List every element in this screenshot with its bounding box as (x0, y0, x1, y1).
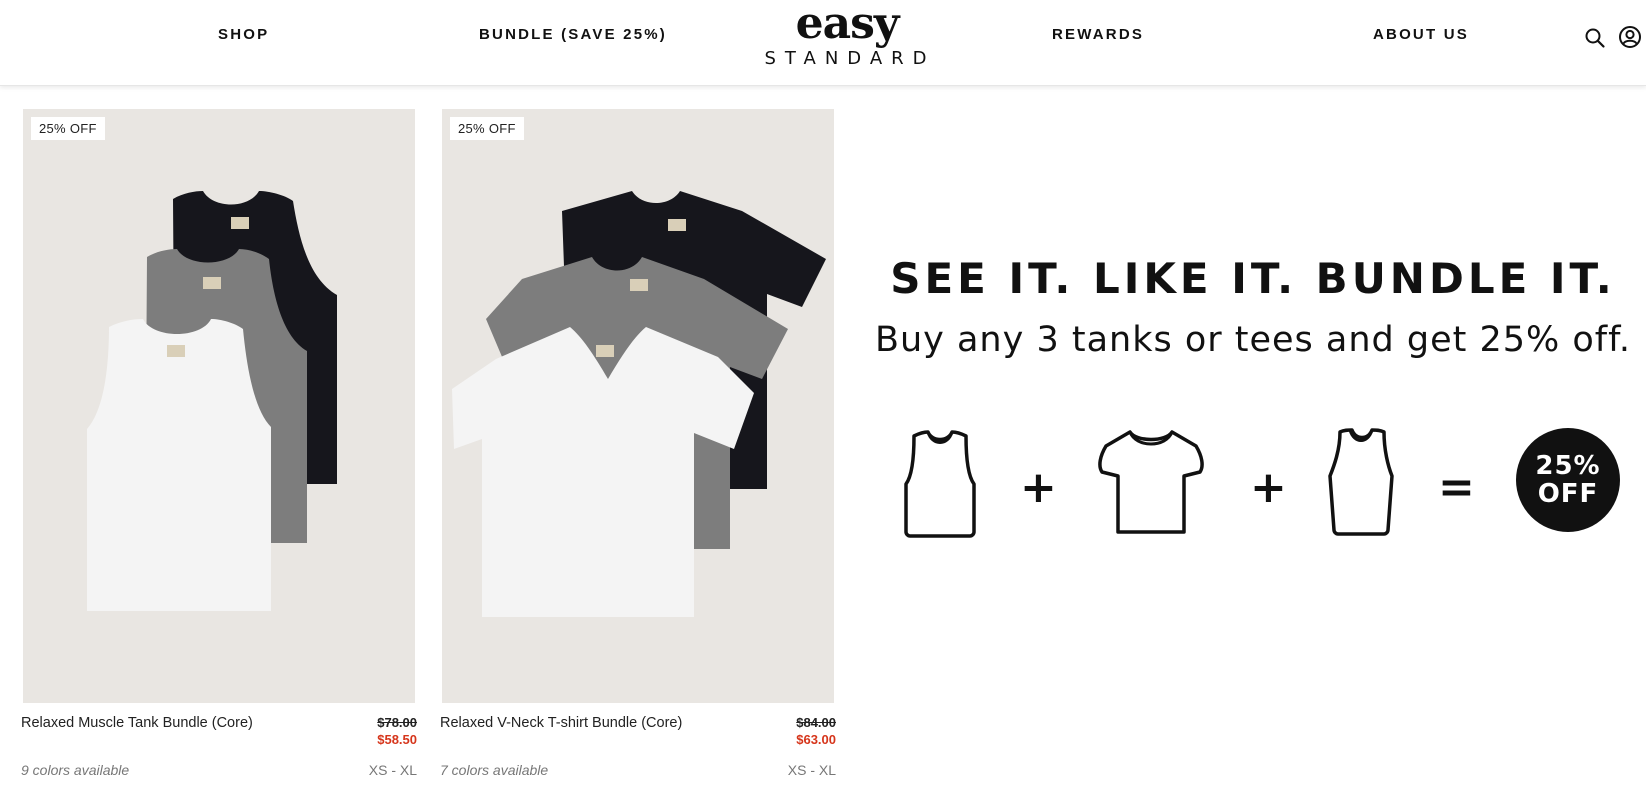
product-info: Relaxed V-Neck T-shirt Bundle (Core) $84… (440, 703, 836, 788)
product-image[interactable]: 25% OFF (23, 109, 415, 703)
plus-sign: + (1250, 462, 1287, 513)
sale-price: $58.50 (377, 732, 417, 747)
nav-bundle[interactable]: BUNDLE (SAVE 25%) (479, 26, 667, 43)
product-name[interactable]: Relaxed V-Neck T-shirt Bundle (Core) (440, 715, 682, 731)
equals-sign: = (1438, 462, 1475, 513)
bundle-promo: SEE IT. LIKE IT. BUNDLE IT. Buy any 3 ta… (860, 110, 1646, 670)
nav-shop[interactable]: SHOP (218, 26, 269, 43)
promo-title: SEE IT. LIKE IT. BUNDLE IT. (890, 254, 1616, 303)
tshirt-icon (1098, 426, 1204, 543)
product-info: Relaxed Muscle Tank Bundle (Core) $78.00… (21, 703, 417, 788)
nav-rewards[interactable]: REWARDS (1052, 26, 1144, 43)
tank-icon (904, 428, 976, 543)
colors-available: 9 colors available (21, 762, 130, 778)
colors-available: 7 colors available (440, 762, 549, 778)
site-header: SHOP BUNDLE (SAVE 25%) easy STANDARD REW… (0, 0, 1646, 86)
discount-badge: 25% OFF (450, 117, 524, 140)
account-icon[interactable] (1618, 25, 1642, 49)
size-range: XS - XL (368, 762, 417, 778)
product-name[interactable]: Relaxed Muscle Tank Bundle (Core) (21, 715, 253, 731)
search-icon[interactable] (1584, 27, 1608, 51)
tank-icon (1328, 426, 1394, 543)
promo-subtitle: Buy any 3 tanks or tees and get 25% off. (874, 320, 1632, 360)
original-price: $84.00 (796, 715, 836, 730)
logo[interactable]: easy STANDARD (758, 0, 936, 70)
logo-wordmark-bottom: STANDARD (764, 48, 936, 69)
product-card[interactable]: 25% OFF Relaxed V-Neck T-shirt Bundle (C… (440, 109, 836, 788)
size-range: XS - XL (787, 762, 836, 778)
discount-badge: 25% OFF (31, 117, 105, 140)
plus-sign: + (1020, 462, 1057, 513)
discount-circle: 25% OFF (1516, 428, 1620, 532)
discount-off: OFF (1537, 479, 1599, 509)
product-image[interactable]: 25% OFF (442, 109, 834, 703)
discount-percent: 25% (1535, 451, 1601, 481)
sale-price: $63.00 (796, 732, 836, 747)
logo-wordmark-top: easy (795, 0, 900, 49)
nav-about-us[interactable]: ABOUT US (1373, 26, 1469, 43)
product-card[interactable]: 25% OFF Relaxed Muscle Tank Bundle (Core… (21, 109, 417, 788)
original-price: $78.00 (377, 715, 417, 730)
